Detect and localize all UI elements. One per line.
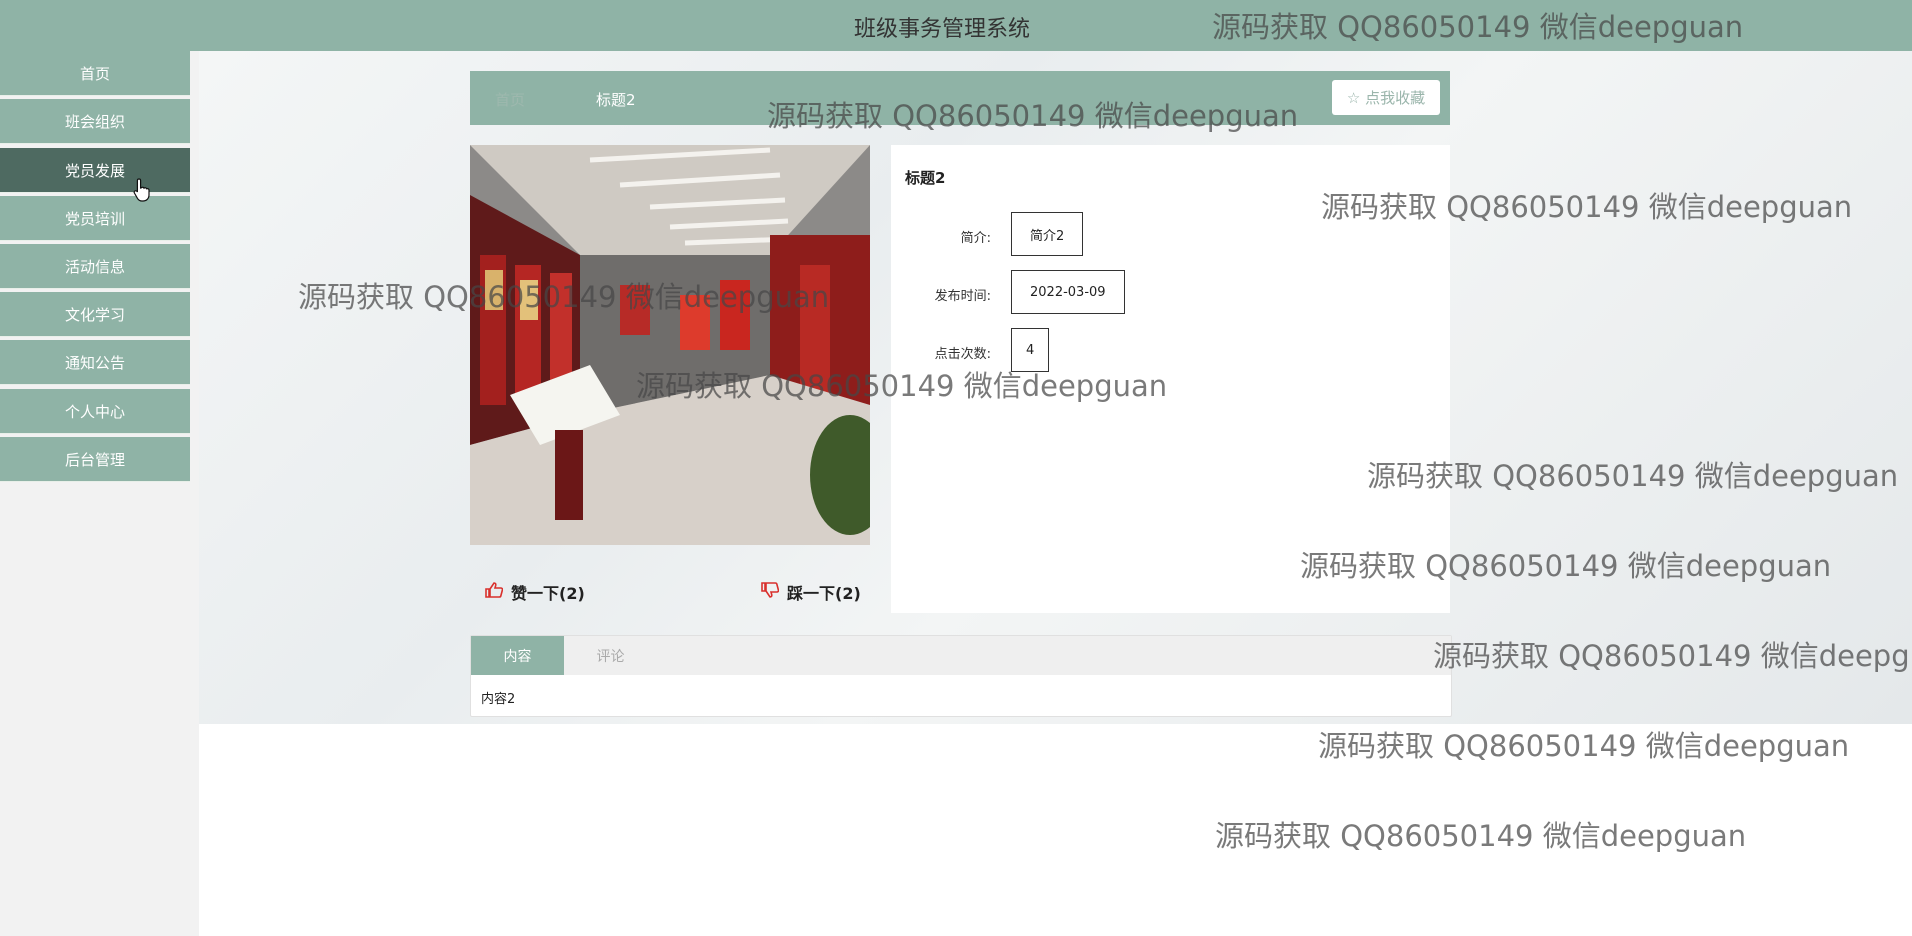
- app-title: 班级事务管理系统: [854, 17, 1031, 42]
- breadcrumb-home[interactable]: 首页: [495, 89, 525, 110]
- watermark: 源码获取 QQ86050149 微信deepguan: [1300, 549, 1832, 583]
- watermark: 源码获取 QQ86050149 微信deepguan: [298, 280, 830, 314]
- sidebar-item-party-development[interactable]: 党员发展: [0, 148, 190, 192]
- like-label: 赞一下(2): [511, 584, 585, 603]
- detail-title: 标题2: [905, 169, 946, 187]
- summary-value: 简介2: [1011, 212, 1084, 256]
- tab-bar: 内容 评论: [471, 636, 1451, 675]
- watermark: 源码获取 QQ86050149 微信deepguan: [767, 99, 1299, 133]
- watermark: 源码获取 QQ86050149 微信deepguan: [636, 369, 1168, 403]
- publish-time-label: 发布时间:: [934, 289, 991, 304]
- click-count-label: 点击次数:: [934, 347, 991, 362]
- sidebar-item-activity-info[interactable]: 活动信息: [0, 244, 190, 288]
- watermark: 源码获取 QQ86050149 微信deepguan: [1433, 639, 1912, 673]
- sidebar-item-personal-center[interactable]: 个人中心: [0, 389, 190, 433]
- sidebar-item-party-training[interactable]: 党员培训: [0, 196, 190, 240]
- sidebar-item-class-meeting[interactable]: 班会组织: [0, 99, 190, 143]
- publish-time-value: 2022-03-09: [1011, 270, 1125, 314]
- watermark: 源码获取 QQ86050149 微信deepguan: [1318, 729, 1850, 763]
- sidebar-item-notice[interactable]: 通知公告: [0, 340, 190, 384]
- tab-content-body: 内容2: [481, 692, 516, 707]
- dislike-label: 踩一下(2): [787, 584, 861, 603]
- sidebar-item-home[interactable]: 首页: [0, 51, 190, 95]
- tab-content[interactable]: 内容: [471, 636, 564, 675]
- sidebar-item-admin[interactable]: 后台管理: [0, 437, 190, 481]
- thumbs-down-icon: [761, 582, 780, 602]
- watermark: 源码获取 QQ86050149 微信deepguan: [1212, 10, 1744, 44]
- watermark: 源码获取 QQ86050149 微信deepguan: [1367, 459, 1899, 493]
- sidebar-item-culture-study[interactable]: 文化学习: [0, 292, 190, 336]
- hand-cursor-icon: [133, 178, 151, 206]
- like-button[interactable]: 赞一下(2): [485, 580, 585, 604]
- detail-image: [470, 145, 870, 545]
- thumbs-up-icon: [485, 582, 504, 602]
- content-tabs: 内容 评论 内容2: [470, 635, 1452, 717]
- summary-label: 简介:: [960, 231, 991, 246]
- tab-comments[interactable]: 评论: [564, 636, 657, 675]
- watermark: 源码获取 QQ86050149 微信deepguan: [1215, 819, 1747, 853]
- watermark: 源码获取 QQ86050149 微信deepguan: [1321, 190, 1853, 224]
- breadcrumb-current: 标题2: [596, 91, 636, 109]
- favorite-button[interactable]: ☆ 点我收藏: [1332, 80, 1440, 115]
- dislike-button[interactable]: 踩一下(2): [761, 580, 861, 604]
